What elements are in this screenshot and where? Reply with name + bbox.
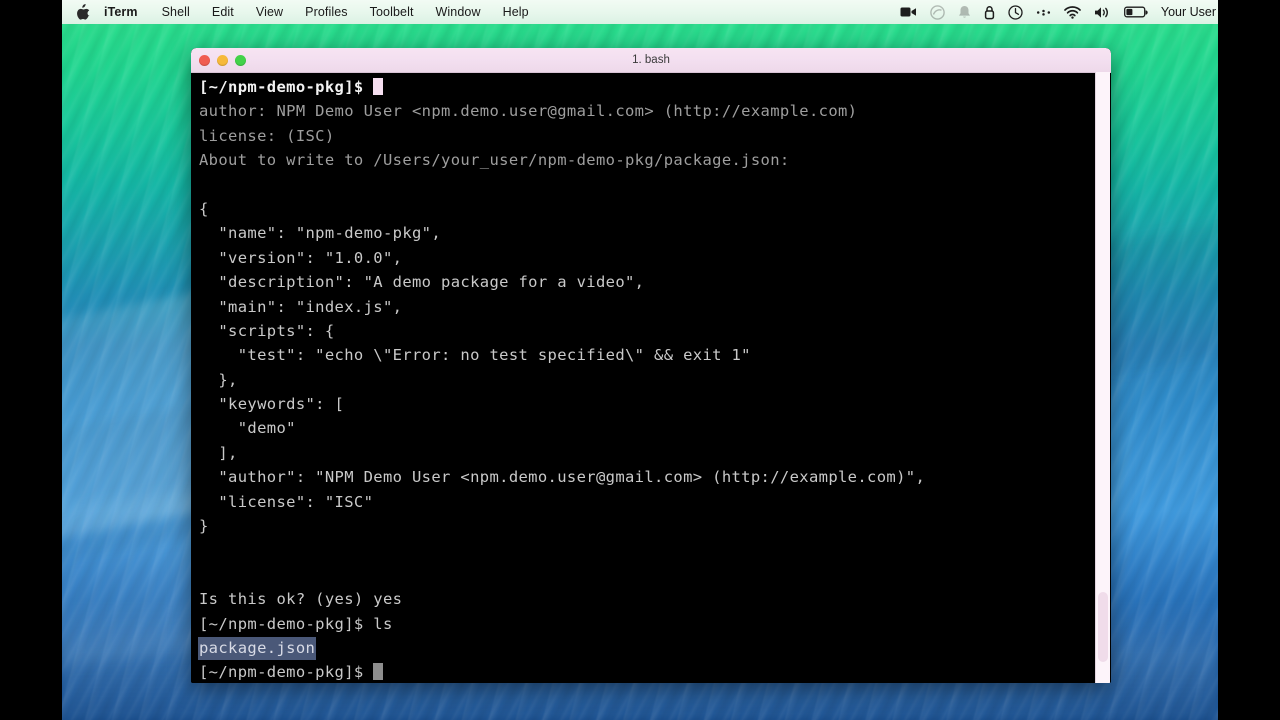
terminal-line: "version": "1.0.0", (199, 246, 1083, 270)
terminal-line: "demo" (199, 416, 1083, 440)
macos-menubar[interactable]: iTerm Shell Edit View Profiles Toolbelt … (0, 0, 1280, 24)
terminal-line-text: ], (199, 443, 238, 462)
terminal-line: "description": "A demo package for a vid… (199, 270, 1083, 294)
window-titlebar[interactable]: 1. bash (191, 48, 1111, 73)
menu-item-edit[interactable]: Edit (212, 5, 234, 19)
menu-item-help[interactable]: Help (503, 5, 529, 19)
terminal-scrollbar[interactable] (1095, 72, 1110, 683)
iterm-window[interactable]: 1. bash [~/npm-demo-pkg]$ author: NPM De… (191, 48, 1111, 683)
terminal-cursor (373, 663, 384, 681)
terminal-line: "name": "npm-demo-pkg", (199, 221, 1083, 245)
terminal-line: "test": "echo \"Error: no test specified… (199, 343, 1083, 367)
terminal-line-text: [~/npm-demo-pkg]$ ls (199, 614, 393, 633)
terminal-line-text: "main": "index.js", (199, 297, 403, 316)
terminal-line: { (199, 197, 1083, 221)
menubar-app-menus: iTerm Shell Edit View Profiles Toolbelt … (76, 4, 551, 20)
terminal-line-text: "name": "npm-demo-pkg", (199, 224, 442, 243)
terminal-line-text: "demo" (199, 419, 296, 438)
terminal-line-text: About to write to /Users/your_user/npm-d… (199, 151, 790, 170)
time-machine-icon[interactable] (1008, 4, 1023, 21)
creative-cloud-icon[interactable] (930, 4, 945, 21)
menu-item-toolbelt[interactable]: Toolbelt (370, 5, 414, 19)
terminal-line-text: [~/npm-demo-pkg]$ (199, 78, 374, 96)
terminal-line-text: Is this ok? (yes) yes (199, 590, 403, 609)
dropbox-icon[interactable] (1036, 4, 1051, 21)
menubar-user-name[interactable]: Your User (1161, 5, 1216, 19)
terminal-line: }, (199, 368, 1083, 392)
wifi-icon[interactable] (1064, 4, 1081, 21)
terminal-line: [~/npm-demo-pkg]$ ls (199, 612, 1083, 636)
terminal-cursor (373, 78, 384, 95)
close-button[interactable] (199, 54, 210, 66)
menubar-status-items: Your User (900, 4, 1272, 21)
terminal-line: "author": "NPM Demo User <npm.demo.user@… (199, 465, 1083, 489)
terminal-line-text: }, (199, 370, 238, 389)
apple-logo-icon[interactable] (76, 4, 90, 20)
terminal-body[interactable]: [~/npm-demo-pkg]$ author: NPM Demo User … (191, 73, 1111, 683)
terminal-line-text: "author": "NPM Demo User <npm.demo.user@… (199, 468, 926, 487)
terminal-line: } (199, 514, 1083, 538)
window-controls (199, 54, 246, 66)
menu-item-shell[interactable]: Shell (162, 5, 190, 19)
terminal-text-content: [~/npm-demo-pkg]$ author: NPM Demo User … (199, 75, 1083, 683)
terminal-line: license: (ISC) (199, 124, 1083, 148)
terminal-line: Is this ok? (yes) yes (199, 587, 1083, 611)
terminal-line-text: "scripts": { (199, 321, 335, 340)
terminal-line-text: "test": "echo \"Error: no test specified… (199, 346, 751, 365)
terminal-scrollbar-thumb[interactable] (1098, 592, 1108, 662)
terminal-line-text: } (199, 517, 209, 536)
menu-item-profiles[interactable]: Profiles (305, 5, 347, 19)
terminal-line-text: "description": "A demo package for a vid… (199, 273, 645, 292)
terminal-line-text: [~/npm-demo-pkg]$ (199, 663, 374, 682)
terminal-line-text: "license": "ISC" (199, 492, 374, 511)
letterbox-left (0, 0, 62, 720)
volume-icon[interactable] (1094, 4, 1111, 21)
zoom-button[interactable] (235, 54, 246, 66)
terminal-line: About to write to /Users/your_user/npm-d… (199, 148, 1083, 172)
menu-item-iterm[interactable]: iTerm (104, 5, 138, 19)
terminal-line-text: author: NPM Demo User <npm.demo.user@gma… (199, 102, 858, 121)
terminal-line-text: license: (ISC) (199, 126, 335, 145)
battery-icon[interactable] (1123, 4, 1148, 21)
window-title: 1. bash (632, 54, 670, 66)
terminal-line: author: NPM Demo User <npm.demo.user@gma… (199, 99, 1083, 123)
terminal-line-text: "keywords": [ (199, 395, 345, 414)
lock-icon[interactable] (984, 4, 995, 21)
terminal-line: [~/npm-demo-pkg]$ (199, 75, 1083, 99)
terminal-line-text: { (199, 199, 209, 218)
minimize-button[interactable] (217, 54, 228, 66)
terminal-selected-text: package.json (199, 637, 316, 659)
terminal-line: "main": "index.js", (199, 295, 1083, 319)
terminal-line: "license": "ISC" (199, 490, 1083, 514)
screen-recording-icon[interactable] (900, 4, 917, 21)
terminal-line: package.json (199, 636, 1083, 660)
terminal-line: [~/npm-demo-pkg]$ (199, 660, 1083, 683)
terminal-line: "keywords": [ (199, 392, 1083, 416)
menu-item-window[interactable]: Window (436, 5, 481, 19)
terminal-line: "scripts": { (199, 319, 1083, 343)
bell-icon[interactable] (958, 4, 971, 21)
menu-item-view[interactable]: View (256, 5, 283, 19)
letterbox-right (1218, 0, 1280, 720)
terminal-line-text: "version": "1.0.0", (199, 248, 403, 267)
terminal-line: ], (199, 441, 1083, 465)
screen: 1. bash [~/npm-demo-pkg]$ author: NPM De… (0, 0, 1280, 720)
